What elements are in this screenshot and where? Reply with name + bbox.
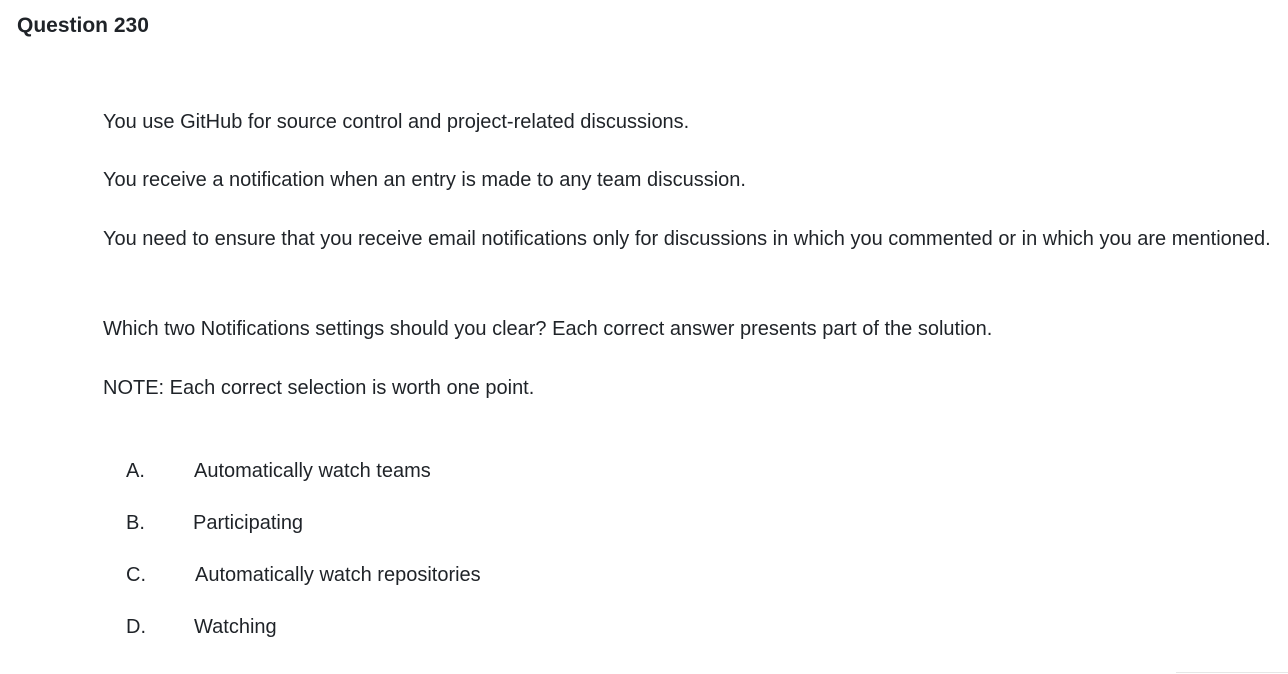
option-text: Participating [193, 512, 304, 534]
question-paragraph: You use GitHub for source control and pr… [103, 111, 690, 133]
question-title: Question 230 [17, 14, 149, 37]
option-text: Automatically watch repositories [195, 564, 481, 586]
question-paragraph: Which two Notifications settings should … [103, 318, 993, 340]
option-letter: A. [126, 460, 145, 482]
option-letter: B. [126, 512, 145, 534]
option-text: Watching [194, 616, 277, 638]
option-text: Automatically watch teams [194, 460, 431, 482]
question-paragraph: You need to ensure that you receive emai… [103, 228, 1271, 250]
answer-option-a[interactable]: A. Automatically watch teams [126, 456, 726, 486]
option-letter: C. [126, 564, 146, 586]
option-letter: D. [126, 616, 146, 638]
bottom-divider [1176, 672, 1288, 673]
answer-option-c[interactable]: C. Automatically watch repositories [126, 560, 726, 590]
question-note: NOTE: Each correct selection is worth on… [103, 377, 535, 399]
answer-option-b[interactable]: B. Participating [126, 508, 726, 538]
question-paragraph: You receive a notification when an entry… [103, 169, 746, 191]
answer-option-d[interactable]: D. Watching [126, 612, 726, 642]
